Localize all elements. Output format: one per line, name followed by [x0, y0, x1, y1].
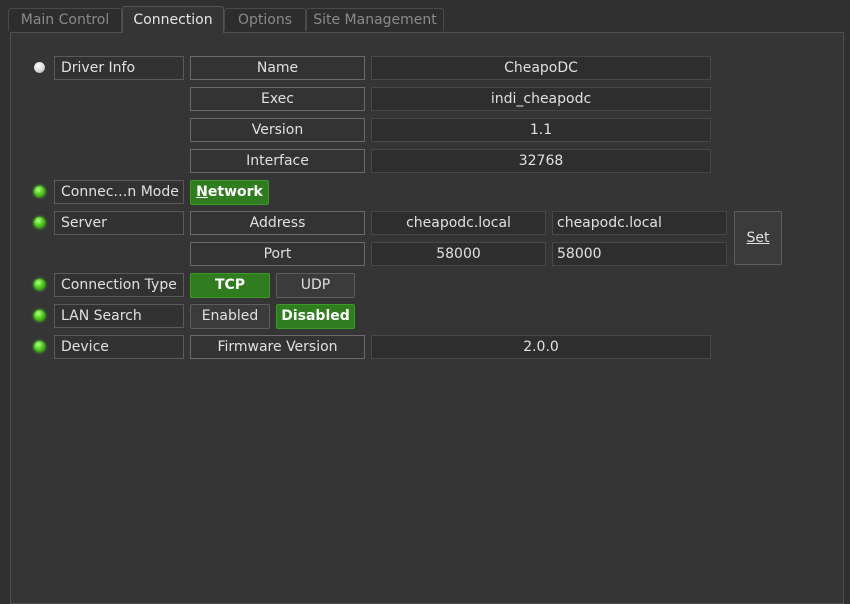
- lan-enabled-button[interactable]: Enabled: [190, 304, 270, 329]
- server-label: Server: [54, 211, 184, 235]
- tab-options[interactable]: Options: [224, 8, 306, 31]
- set-button-label: Set: [746, 230, 770, 246]
- tab-connection[interactable]: Connection: [122, 6, 224, 33]
- driver-version-value: 1.1: [371, 118, 711, 142]
- tab-site-management[interactable]: Site Management: [306, 8, 444, 31]
- server-status-light: [34, 217, 45, 228]
- set-server-button[interactable]: Set: [734, 211, 782, 265]
- connection-mode-status-light: [34, 186, 45, 197]
- tcp-button-label: TCP: [214, 277, 246, 293]
- address-label: Address: [190, 211, 365, 235]
- driver-name-label: Name: [190, 56, 365, 80]
- lan-disabled-button[interactable]: Disabled: [276, 304, 355, 329]
- device-label: Device: [54, 335, 184, 359]
- driver-exec-label: Exec: [190, 87, 365, 111]
- driver-version-label: Version: [190, 118, 365, 142]
- tcp-button[interactable]: TCP: [190, 273, 270, 298]
- driver-exec-value: indi_cheapodc: [371, 87, 711, 111]
- firmware-version-value: 2.0.0: [371, 335, 711, 359]
- firmware-version-label: Firmware Version: [190, 335, 365, 359]
- lan-disabled-label: Disabled: [281, 308, 350, 324]
- tab-main-control[interactable]: Main Control: [8, 8, 122, 31]
- connection-type-status-light: [34, 279, 45, 290]
- connection-mode-label: Connec…n Mode: [54, 180, 184, 204]
- connection-type-label: Connection Type: [54, 273, 184, 297]
- driver-info-label: Driver Info: [54, 56, 184, 80]
- port-current-value: 58000: [371, 242, 546, 266]
- address-current-value: cheapodc.local: [371, 211, 546, 235]
- udp-button[interactable]: UDP: [276, 273, 355, 298]
- address-input[interactable]: cheapodc.local: [552, 211, 727, 235]
- driver-info-status-light: [34, 62, 45, 73]
- driver-name-value: CheapoDC: [371, 56, 711, 80]
- udp-button-label: UDP: [300, 277, 331, 293]
- network-mode-button[interactable]: Network: [190, 180, 269, 205]
- device-status-light: [34, 341, 45, 352]
- port-input[interactable]: 58000: [552, 242, 727, 266]
- lan-enabled-label: Enabled: [201, 308, 259, 324]
- lan-search-label: LAN Search: [54, 304, 184, 328]
- driver-interface-label: Interface: [190, 149, 365, 173]
- lan-search-status-light: [34, 310, 45, 321]
- port-label: Port: [190, 242, 365, 266]
- driver-interface-value: 32768: [371, 149, 711, 173]
